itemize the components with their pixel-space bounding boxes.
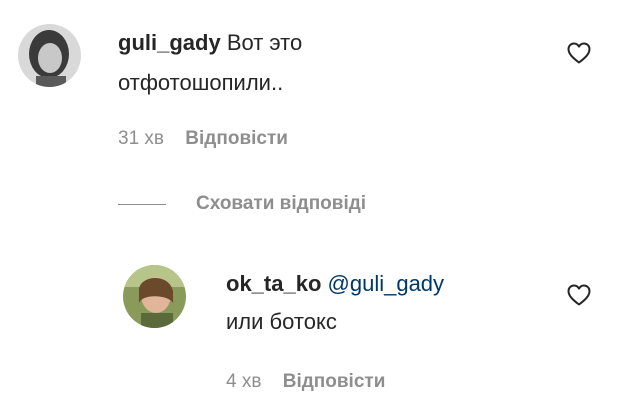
comment-meta: 31 хв Відповісти [118, 128, 288, 150]
reply-username[interactable]: ok_ta_ko [226, 271, 321, 296]
mention-link[interactable]: @guli_gady [328, 271, 445, 296]
hide-replies-button[interactable]: Сховати відповіді [118, 192, 366, 216]
reply-text: или ботокс [226, 309, 337, 334]
divider-line [118, 203, 166, 205]
comment-text-line-2: отфотошопили.. [118, 70, 284, 95]
reply-button[interactable]: Відповісти [185, 128, 288, 149]
reply-text-line-1: ok_ta_ko @guli_gady [226, 271, 444, 297]
comment-username[interactable]: guli_gady [118, 30, 221, 55]
avatar[interactable] [123, 265, 186, 328]
reply-meta: 4 хв Відповісти [226, 371, 385, 393]
comment-text: Вот это [226, 30, 303, 55]
heart-outline-icon[interactable] [567, 284, 591, 311]
comment-text-line-1: guli_gady Вот это [118, 30, 302, 56]
comment-time[interactable]: 31 хв [118, 128, 164, 149]
avatar[interactable] [18, 24, 81, 87]
hide-replies-label: Сховати відповіді [196, 193, 367, 214]
reply-time[interactable]: 4 хв [226, 371, 261, 392]
reply-button[interactable]: Відповісти [283, 371, 386, 392]
heart-outline-icon[interactable] [567, 42, 591, 69]
